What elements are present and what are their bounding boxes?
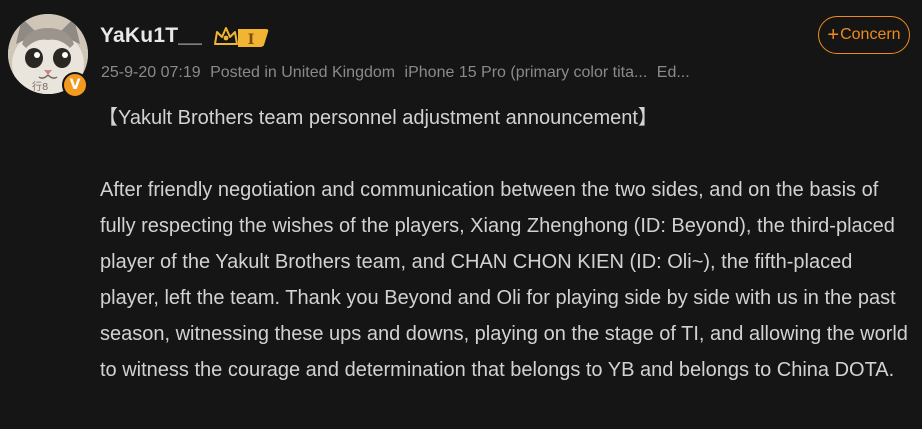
post-headline: 【Yakult Brothers team personnel adjustme… bbox=[98, 107, 658, 129]
post-content: 【Yakult Brothers team personnel adjustme… bbox=[98, 100, 912, 388]
vip-level: I bbox=[248, 32, 255, 48]
vip-crown-badge-icon[interactable]: I bbox=[212, 24, 270, 50]
avatar-label: 行8 bbox=[32, 80, 48, 93]
plus-icon: + bbox=[827, 24, 840, 46]
verified-badge-icon: V bbox=[62, 72, 88, 98]
edit-link[interactable]: Ed... bbox=[657, 64, 690, 81]
post-location: Posted in United Kingdom bbox=[210, 64, 396, 81]
username[interactable]: YaKu1T__ bbox=[100, 24, 202, 48]
post-device: iPhone 15 Pro (primary color tita... bbox=[404, 64, 648, 81]
post-time: 25-9-20 07:19 bbox=[101, 64, 201, 81]
follow-button[interactable]: + Concern bbox=[818, 16, 910, 54]
post-body: After friendly negotiation and communica… bbox=[100, 179, 908, 381]
post-meta: 25-9-20 07:19 Posted in United Kingdom i… bbox=[101, 64, 695, 82]
follow-label: Concern bbox=[840, 26, 901, 43]
